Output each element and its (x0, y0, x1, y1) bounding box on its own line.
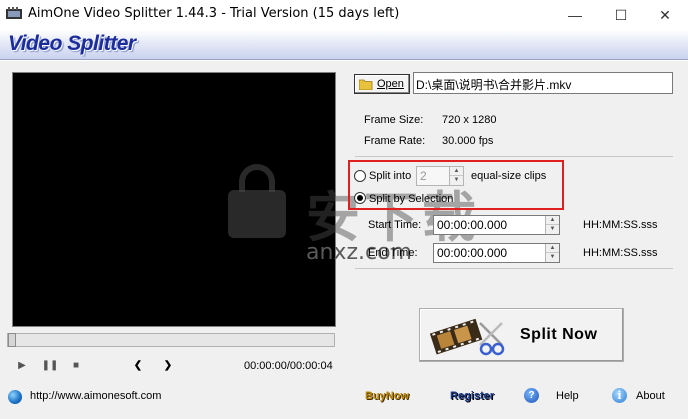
start-time-value: 00:00:00.000 (437, 218, 508, 232)
help-icon[interactable]: ? (524, 388, 539, 403)
main-panel: 安下载 anxz.com ▶ ❚❚ ■ ❮ ❯ 00:00:00/00:00:0… (0, 61, 688, 419)
minimize-button[interactable]: — (552, 0, 598, 30)
frame-rate-value: 30.000 fps (442, 135, 494, 147)
watermark-lock-icon (228, 164, 286, 238)
end-time-format: HH:MM:SS.sss (583, 247, 658, 259)
app-banner: Video Splitter (0, 30, 688, 60)
open-button[interactable]: Open (354, 74, 410, 94)
stop-button[interactable]: ■ (68, 358, 84, 372)
register-link[interactable]: Register (450, 390, 494, 402)
clips-count-stepper[interactable]: 2 ▲ ▼ (416, 166, 464, 186)
end-time-label: End Time: (368, 247, 418, 259)
film-scissors-icon (429, 318, 505, 356)
end-time-input[interactable]: 00:00:00.000 ▲ ▼ (433, 243, 560, 263)
start-time-spin[interactable]: ▲ ▼ (545, 216, 559, 234)
clips-count-spin[interactable]: ▲ ▼ (449, 167, 463, 185)
website-link[interactable]: http://www.aimonesoft.com (30, 390, 161, 402)
clips-count-value: 2 (420, 169, 427, 183)
open-button-label: Open (377, 78, 404, 90)
end-time-spin[interactable]: ▲ ▼ (545, 244, 559, 262)
seek-thumb[interactable] (8, 333, 16, 347)
divider (355, 268, 673, 269)
help-link[interactable]: Help (556, 390, 579, 402)
file-path-field[interactable]: D:\桌面\说明书\合并影片.mkv (413, 72, 673, 94)
pause-button[interactable]: ❚❚ (42, 358, 59, 372)
footer: http://www.aimonesoft.com BuyNow Registe… (0, 382, 688, 419)
frame-size-value: 720 x 1280 (442, 114, 497, 126)
maximize-button[interactable]: ☐ (598, 0, 644, 30)
app-icon (6, 7, 22, 19)
split-by-selection-radio[interactable] (354, 192, 366, 204)
banner-title: Video Splitter (8, 32, 136, 55)
next-frame-button[interactable]: ❯ (160, 358, 176, 372)
divider (355, 156, 673, 157)
split-by-selection-label: Split by Selection (369, 193, 454, 205)
seek-bar[interactable] (7, 333, 335, 347)
frame-rate-label: Frame Rate: (364, 135, 426, 147)
about-link[interactable]: About (636, 390, 665, 402)
frame-size-label: Frame Size: (364, 114, 424, 126)
play-button[interactable]: ▶ (14, 358, 30, 372)
title-bar: AimOne Video Splitter 1.44.3 - Trial Ver… (0, 0, 688, 30)
split-into-label: Split into (369, 170, 412, 182)
folder-icon (359, 79, 373, 90)
start-time-format: HH:MM:SS.sss (583, 219, 658, 231)
window-title: AimOne Video Splitter 1.44.3 - Trial Ver… (28, 6, 400, 21)
clips-label: equal-size clips (471, 170, 547, 182)
time-readout: 00:00:00/00:00:04 (244, 360, 333, 372)
start-time-label: Start Time: (368, 219, 422, 231)
end-time-value: 00:00:00.000 (437, 246, 508, 260)
split-now-label: Split Now (520, 326, 598, 343)
buynow-link[interactable]: BuyNow (365, 390, 409, 402)
globe-icon (8, 390, 22, 404)
close-button[interactable]: ✕ (642, 0, 688, 30)
about-icon[interactable]: i (612, 388, 627, 403)
prev-frame-button[interactable]: ❮ (130, 358, 146, 372)
split-into-radio[interactable] (354, 170, 366, 182)
split-now-button[interactable]: Split Now (419, 308, 624, 362)
start-time-input[interactable]: 00:00:00.000 ▲ ▼ (433, 215, 560, 235)
